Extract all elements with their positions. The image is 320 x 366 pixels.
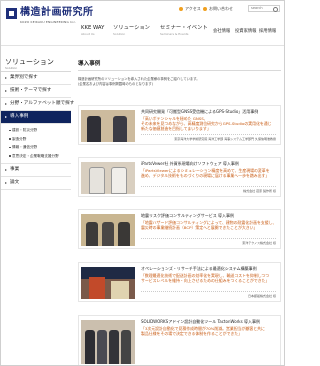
gnav-company[interactable]: 会社情報 xyxy=(213,28,235,34)
global-nav-secondary: 会社情報 投資家情報 採用情報 xyxy=(213,28,276,34)
case-client: 株式会社 荏原 製作所 様 xyxy=(243,189,276,193)
case-card[interactable]: オペレーションズ・リサーチ手法による最適化システム構築事例 「数理最適化技術で配… xyxy=(78,262,281,302)
case-photo xyxy=(81,320,135,364)
sidebar-item-label: 導入事例 xyxy=(10,114,29,119)
divider xyxy=(141,186,276,187)
chevron-right-icon: ▸ xyxy=(5,180,8,185)
access-link[interactable]: アクセス xyxy=(179,6,201,12)
chevron-right-icon: ▸ xyxy=(5,88,8,93)
person-figure xyxy=(111,167,127,194)
access-label: アクセス xyxy=(185,6,201,11)
chevron-right-icon: ▸ xyxy=(5,75,8,80)
crane-icon xyxy=(89,277,105,299)
case-client: 日本郵船株式会社 様 xyxy=(248,294,276,298)
case-photo xyxy=(81,214,135,246)
gnav-seminar[interactable]: セミナー・イベント Seminars & Events xyxy=(160,25,214,36)
case-photo xyxy=(81,110,135,142)
case-title: オペレーションズ・リサーチ手法による最適化システム構築事例 xyxy=(141,266,257,271)
case-client: 東京海洋大学学術研究院 海洋工学部 海事システム工学部門 久保信明准教授 xyxy=(174,137,276,141)
person-figure xyxy=(102,222,114,246)
logo-text: 構造計画研究所 xyxy=(20,7,94,18)
sidebar-item-label: 論文 xyxy=(10,180,20,185)
case-card[interactable]: 地震リスク評価コンサルティングサービス 導入事例 「地震ハザード評価コンサルティ… xyxy=(78,209,281,249)
container-block xyxy=(111,281,129,299)
logo[interactable]: 構造計画研究所 xyxy=(6,7,94,19)
sidebar-sub-decision[interactable]: 意思決定・企業戦略支援分野 xyxy=(1,152,71,161)
case-photo xyxy=(81,162,135,194)
chevron-right-icon: ▸ xyxy=(5,114,8,119)
gnav-recruit[interactable]: 採用情報 xyxy=(259,28,276,34)
main-content: 導入事例 構造計画研究所のソリューションを導入された企業様の事例をご紹介していま… xyxy=(78,59,281,365)
page-title: 導入事例 xyxy=(78,59,281,71)
case-title: iPartsVewer社 外資系現場向けソフトウェア 導入事例 xyxy=(141,161,239,166)
gnav-label: セミナー・イベント xyxy=(160,25,208,31)
chevron-right-icon: ▸ xyxy=(5,167,8,172)
case-lead: 「高いポテンシャルを秘めた GNSS、 その未来を見つめながら、高精度測位研究か… xyxy=(141,116,272,132)
person-figure xyxy=(86,222,98,246)
sidebar-item-label: 事業 xyxy=(10,167,20,172)
person-figure xyxy=(85,330,95,364)
sidebar-sub-ict[interactable]: 情報・通信分野 xyxy=(1,143,71,152)
gnav-label: ソリューション xyxy=(113,25,150,31)
sidebar-item-technology[interactable]: ▸ 技術・テーマで探す xyxy=(1,85,71,98)
case-title: 共同研究開発「可搬型GNSS受信機によるGPS-Studio」活用事例 xyxy=(141,109,259,114)
gnav-sub: Seminars & Events xyxy=(160,32,189,36)
case-card[interactable]: SOLIDWORKSアドイン設計自動化ツール TactonWorks 導入事例 … xyxy=(78,315,281,365)
divider xyxy=(141,134,276,135)
case-lead: 「3次元設計自動化で見積作成時間が70%削減。営業担当が顧客と共に 製品仕様をそ… xyxy=(141,326,265,337)
sidebar-item-alphabet[interactable]: ▸ 分野・アルファベット順で探す xyxy=(1,98,75,111)
map-pin-icon xyxy=(179,7,183,11)
page-intro: 構造計画研究所のソリューションを導入された企業様の事例をご紹介しています。 (企… xyxy=(78,77,200,86)
person-figure xyxy=(89,167,105,194)
sidebar-sub-manufacturing[interactable]: 製造分野 xyxy=(1,135,71,144)
sidebar-item-industry[interactable]: ▸ 業界別で探す xyxy=(1,72,71,85)
sidebar-item-papers[interactable]: ▸ 論文 xyxy=(1,177,71,190)
gnav-sub: About Us xyxy=(81,32,95,36)
divider xyxy=(141,238,276,239)
case-lead: 「地震ハザード評価コンサルティングによって、建物の耐震化計画を支援し、 震災時の… xyxy=(141,220,277,231)
sidebar-item-business[interactable]: ▸ 事業 xyxy=(1,164,71,177)
chevron-right-icon: ▸ xyxy=(5,101,8,106)
person-figure xyxy=(113,116,127,142)
person-figure xyxy=(87,116,101,142)
gnav-ir[interactable]: 投資家情報 xyxy=(235,28,259,34)
contact-link[interactable]: お問い合わせ xyxy=(203,6,233,12)
gnav-solution[interactable]: ソリューション Solution xyxy=(113,25,160,36)
sidebar: ソリューション Solution ▸ 業界別で探す ▸ 技術・テーマで探す ▸ … xyxy=(1,53,75,190)
person-figure xyxy=(97,330,107,364)
case-client: 東洋テクノス株式会社 様 xyxy=(242,241,276,245)
case-title: SOLIDWORKSアドイン設計自動化ツール TactonWorks 導入事例 xyxy=(141,319,260,324)
site-header: 構造計画研究所 KOZO KEIKAKU ENGINEERING Inc. アク… xyxy=(1,1,284,46)
person-figure xyxy=(121,330,131,364)
case-card[interactable]: 共同研究開発「可搬型GNSS受信機によるGPS-Studio」活用事例 「高いポ… xyxy=(78,105,281,145)
divider xyxy=(141,291,276,292)
person-figure xyxy=(118,222,130,246)
logo-subtitle: KOZO KEIKAKU ENGINEERING Inc. xyxy=(20,20,77,24)
sidebar-item-label: 業界別で探す xyxy=(10,75,38,80)
case-title: 地震リスク評価コンサルティングサービス 導入事例 xyxy=(141,213,235,218)
sidebar-subnav: 建設・防災分野 製造分野 情報・通信分野 意思決定・企業戦略支援分野 xyxy=(1,124,71,164)
search-placeholder: search xyxy=(251,6,263,10)
logo-mark-icon xyxy=(6,8,17,19)
gnav-label: KKE WAY xyxy=(81,25,105,31)
case-lead: 「数理最適化技術で配送計画の効率化を実現し、輸送コストを抑制しつつ サービスレベ… xyxy=(141,273,270,284)
person-figure xyxy=(109,330,119,364)
contact-label: お問い合わせ xyxy=(209,6,233,11)
global-nav: KKE WAY About Us ソリューション Solution セミナー・イ… xyxy=(81,25,214,36)
case-card[interactable]: iPartsVewer社 外資系現場向けソフトウェア 導入事例 「iPartsV… xyxy=(78,157,281,197)
page: 構造計画研究所 KOZO KEIKAKU ENGINEERING Inc. アク… xyxy=(0,0,285,366)
gnav-sub: Solution xyxy=(113,32,126,36)
sidebar-item-case-studies[interactable]: ▸ 導入事例 xyxy=(1,111,71,124)
gnav-kke-way[interactable]: KKE WAY About Us xyxy=(81,25,113,36)
mail-icon xyxy=(203,7,207,11)
sidebar-item-label: 技術・テーマで探す xyxy=(10,88,52,93)
search-input[interactable]: search xyxy=(248,5,280,12)
sidebar-title-sub: Solution xyxy=(5,66,18,70)
case-lead: 「iPartsViewerによるシミュレーション精度を高めて、生産現場の変革を … xyxy=(141,168,270,179)
search-icon[interactable] xyxy=(273,7,278,12)
sidebar-heading: ソリューション Solution xyxy=(1,53,71,72)
sidebar-item-label: 分野・アルファベット順で探す xyxy=(10,101,75,106)
sidebar-sub-construction[interactable]: 建設・防災分野 xyxy=(1,126,71,135)
case-photo xyxy=(81,267,135,299)
